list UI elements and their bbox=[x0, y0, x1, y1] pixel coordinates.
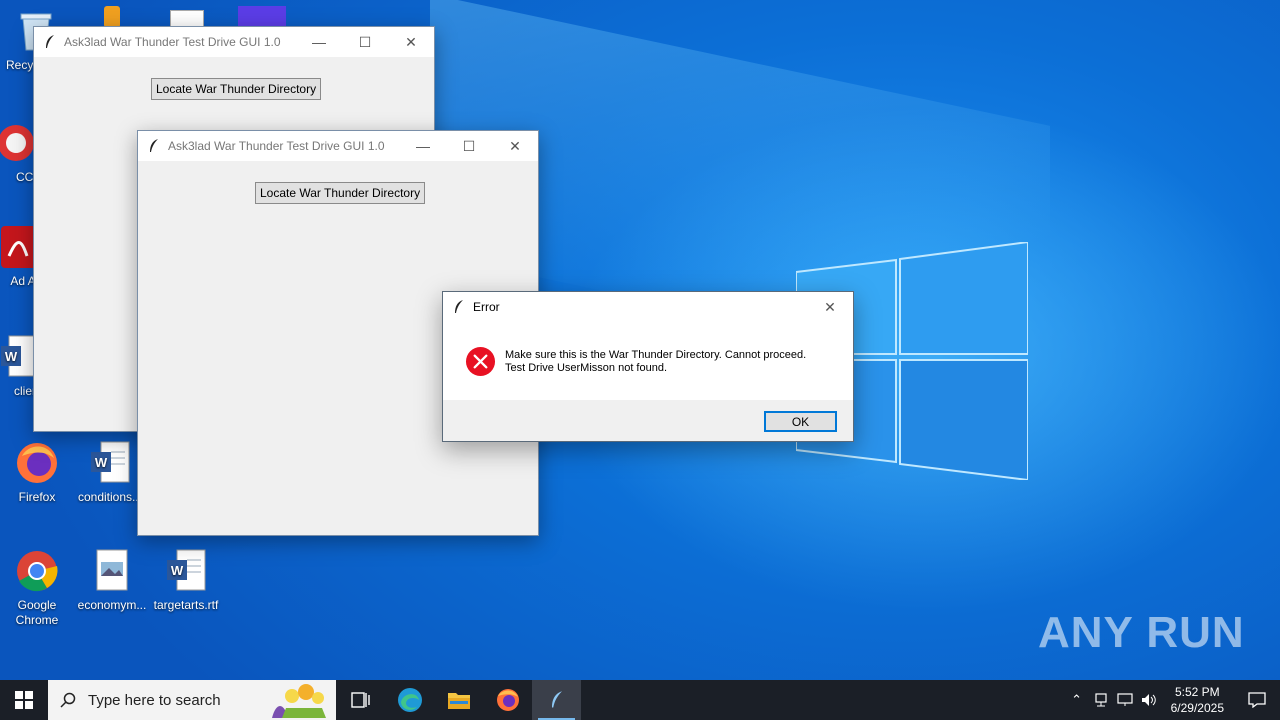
task-view-icon bbox=[350, 692, 370, 708]
firefox-icon bbox=[496, 689, 519, 711]
notification-icon bbox=[1248, 692, 1266, 708]
clock-time: 5:52 PM bbox=[1174, 685, 1220, 699]
edge-icon bbox=[397, 688, 422, 712]
feather-icon bbox=[551, 691, 562, 708]
feather-icon bbox=[150, 139, 158, 152]
svg-text:W: W bbox=[171, 563, 184, 578]
dialog-titlebar[interactable]: Error ✕ bbox=[443, 292, 853, 322]
desktop-icon-chrome[interactable]: Google Chrome bbox=[1, 548, 73, 628]
error-icon bbox=[465, 346, 496, 377]
close-button[interactable]: ✕ bbox=[388, 27, 434, 57]
desktop-icon-targetarts[interactable]: W targetarts.rtf bbox=[150, 548, 222, 613]
window-title: Ask3lad War Thunder Test Drive GUI 1.0 bbox=[168, 139, 385, 153]
taskbar: Type here to search ⌃ 5:52 PM 6/29/2025 bbox=[0, 680, 1280, 720]
taskbar-edge[interactable] bbox=[385, 680, 434, 720]
dialog-footer: OK bbox=[443, 400, 853, 441]
window-titlebar[interactable]: Ask3lad War Thunder Test Drive GUI 1.0 —… bbox=[34, 27, 434, 57]
error-dialog[interactable]: Error ✕ Make sure this is the War Thunde… bbox=[442, 291, 854, 442]
svg-text:W: W bbox=[95, 455, 108, 470]
feather-icon bbox=[46, 35, 54, 48]
notification-button[interactable] bbox=[1234, 680, 1280, 720]
minimize-button[interactable]: — bbox=[296, 27, 342, 57]
maximize-button[interactable]: ☐ bbox=[446, 131, 492, 161]
word-document-icon: W bbox=[163, 548, 209, 594]
dialog-message: Make sure this is the War Thunder Direct… bbox=[505, 349, 806, 375]
locate-directory-button[interactable]: Locate War Thunder Directory bbox=[255, 182, 426, 204]
monitor-icon[interactable] bbox=[1113, 680, 1137, 720]
network-icon[interactable] bbox=[1089, 680, 1113, 720]
locate-directory-button[interactable]: Locate War Thunder Directory bbox=[151, 78, 322, 100]
volume-icon[interactable] bbox=[1137, 680, 1161, 720]
chevron-up-icon[interactable]: ⌃ bbox=[1065, 680, 1089, 720]
svg-text:W: W bbox=[5, 349, 18, 364]
desktop-icon-economym[interactable]: economym... bbox=[76, 548, 148, 613]
close-button[interactable]: ✕ bbox=[492, 131, 538, 161]
taskbar-python-app[interactable] bbox=[532, 680, 581, 720]
image-file-icon bbox=[89, 548, 135, 594]
firefox-icon bbox=[14, 440, 60, 486]
taskbar-clock[interactable]: 5:52 PM 6/29/2025 bbox=[1161, 684, 1234, 716]
dialog-body: Make sure this is the War Thunder Direct… bbox=[443, 322, 853, 400]
taskbar-search-box[interactable]: Type here to search bbox=[48, 680, 336, 720]
desktop-icon-firefox[interactable]: Firefox bbox=[1, 440, 73, 505]
minimize-button[interactable]: — bbox=[400, 131, 446, 161]
window-titlebar[interactable]: Ask3lad War Thunder Test Drive GUI 1.0 —… bbox=[138, 131, 538, 161]
clock-date: 6/29/2025 bbox=[1170, 701, 1224, 715]
close-button[interactable]: ✕ bbox=[807, 292, 853, 322]
taskbar-file-explorer[interactable] bbox=[434, 680, 483, 720]
dialog-message-line: Test Drive UserMisson not found. bbox=[505, 362, 668, 374]
system-tray: ⌃ 5:52 PM 6/29/2025 bbox=[1065, 680, 1280, 720]
chrome-icon bbox=[14, 548, 60, 594]
feather-icon bbox=[455, 300, 463, 313]
ok-button[interactable]: OK bbox=[764, 411, 837, 432]
partial-app-icon[interactable] bbox=[104, 6, 120, 28]
dialog-title: Error bbox=[473, 300, 500, 314]
word-document-icon: W bbox=[87, 440, 133, 486]
search-highlight-flowers-icon bbox=[272, 684, 326, 718]
search-icon bbox=[60, 692, 76, 708]
task-view-button[interactable] bbox=[336, 680, 385, 720]
window-title: Ask3lad War Thunder Test Drive GUI 1.0 bbox=[64, 35, 281, 49]
partial-app-icon[interactable] bbox=[238, 6, 286, 28]
start-button[interactable] bbox=[0, 680, 48, 720]
anyrun-watermark: ANY RUN bbox=[1038, 608, 1245, 657]
windows-start-icon bbox=[15, 691, 33, 709]
search-placeholder: Type here to search bbox=[88, 691, 221, 709]
taskbar-firefox[interactable] bbox=[483, 680, 532, 720]
folder-icon bbox=[447, 693, 470, 709]
maximize-button[interactable]: ☐ bbox=[342, 27, 388, 57]
desktop-icon-conditions[interactable]: W conditions... bbox=[74, 440, 146, 505]
dialog-message-line: Make sure this is the War Thunder Direct… bbox=[505, 349, 807, 361]
